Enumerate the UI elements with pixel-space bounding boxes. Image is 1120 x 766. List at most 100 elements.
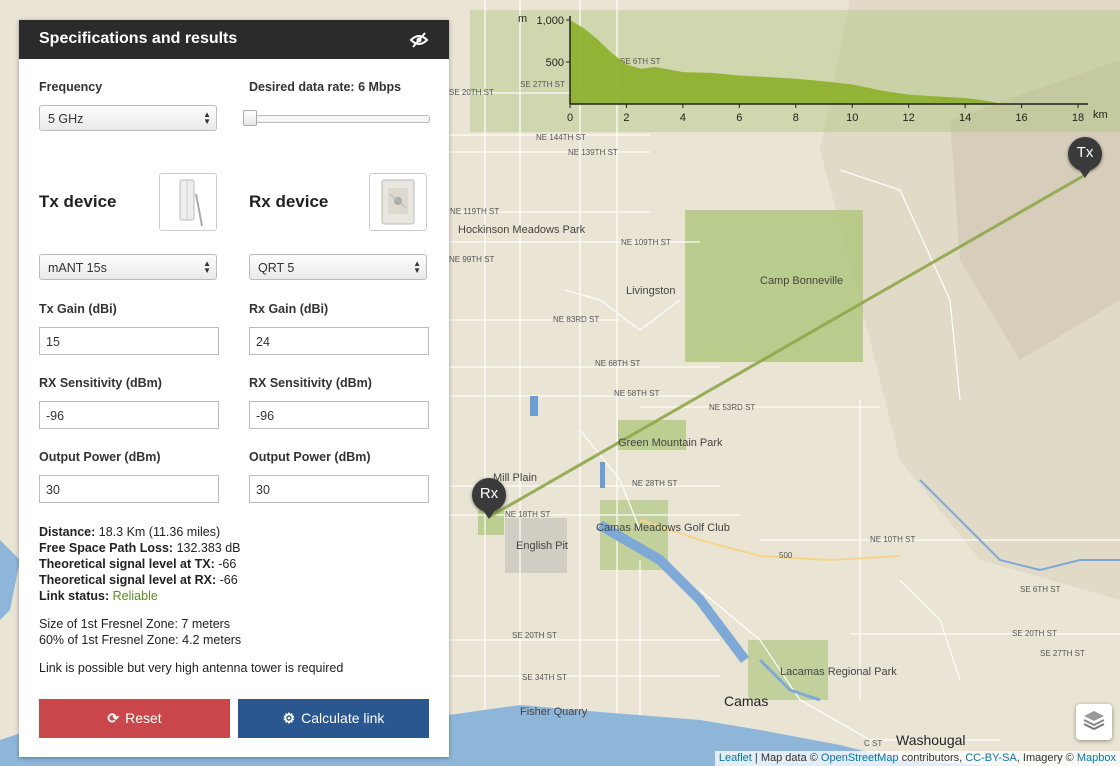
rx-gain-label: Rx Gain (dBi) <box>249 302 329 316</box>
road-label: SE 34TH ST <box>522 673 567 682</box>
link-status-label: Link status: <box>39 589 110 603</box>
road-label: NE 53RD ST <box>709 403 755 412</box>
rx-device-title: Rx device <box>249 192 329 211</box>
road-label: NE 119TH ST <box>450 207 499 216</box>
place-label: Green Mountain Park <box>618 437 723 449</box>
panel-title: Specifications and results <box>39 30 238 47</box>
x-tick-label: 10 <box>846 112 858 124</box>
data-rate-slider-handle[interactable] <box>243 110 257 126</box>
road-label: NE 139TH ST <box>568 148 618 157</box>
road-label: C ST <box>864 739 882 748</box>
x-tick-label: 14 <box>959 112 971 124</box>
attribution-text: , Imagery © <box>1016 752 1077 764</box>
tx-marker[interactable]: Tx <box>1068 137 1102 171</box>
city-label: Washougal <box>896 732 966 748</box>
fresnel-60: 60% of 1st Fresnel Zone: 4.2 meters <box>39 633 242 647</box>
place-label: Camp Bonneville <box>760 275 843 287</box>
mapbox-link[interactable]: Mapbox <box>1077 752 1116 764</box>
fresnel-size: Size of 1st Fresnel Zone: 7 meters <box>39 617 231 631</box>
road-label: SE 6TH ST <box>1020 585 1061 594</box>
refresh-icon: ⟳ <box>107 710 120 726</box>
eye-slash-icon <box>409 32 429 48</box>
road-label: SE 20TH ST <box>1012 629 1057 638</box>
tx-gain-input[interactable]: 15 <box>39 327 219 355</box>
tx-device-select[interactable]: mANT 15s ▲ ▼ <box>39 254 217 280</box>
rx-marker-pointer <box>482 509 496 519</box>
link-status-value: Reliable <box>112 589 158 603</box>
x-tick-label: 2 <box>623 112 629 124</box>
tx-marker-pointer <box>1078 168 1092 178</box>
osm-link[interactable]: OpenStreetMap <box>821 752 899 764</box>
link-status-result: Link status: Reliable <box>39 589 158 603</box>
calculate-link-button[interactable]: ⚙ Calculate link <box>238 699 429 738</box>
y-tick-label: 500 <box>546 57 564 69</box>
tx-signal-result: Theoretical signal level at TX: -66 <box>39 557 236 571</box>
place-label: Lacamas Regional Park <box>780 666 897 678</box>
rx-signal-label: Theoretical signal level at RX: <box>39 573 217 587</box>
tx-device-image <box>159 173 217 231</box>
rx-marker-label: Rx <box>479 485 499 502</box>
x-tick-label: 12 <box>903 112 915 124</box>
rx-power-input[interactable]: 30 <box>249 475 429 503</box>
y-tick-label: 1,000 <box>536 15 564 27</box>
reset-button[interactable]: ⟳ Reset <box>39 699 230 738</box>
road-label: NE 144TH ST <box>536 133 586 142</box>
rx-power-label: Output Power (dBm) <box>249 450 371 464</box>
road-label: NE 99TH ST <box>449 255 494 264</box>
antenna-icon <box>179 179 203 227</box>
rx-sensitivity-input[interactable]: -96 <box>249 401 429 429</box>
frequency-value: 5 GHz <box>48 112 84 126</box>
place-label: Camas Meadows Golf Club <box>596 522 730 534</box>
place-label: Fisher Quarry <box>520 706 588 718</box>
x-tick-label: 16 <box>1015 112 1027 124</box>
hide-panel-button[interactable] <box>409 31 429 49</box>
link-note: Link is possible but very high antenna t… <box>39 661 344 675</box>
tx-power-label: Output Power (dBm) <box>39 450 161 464</box>
tx-sensitivity-input[interactable]: -96 <box>39 401 219 429</box>
frequency-select[interactable]: 5 GHz ▲ ▼ <box>39 105 217 131</box>
data-rate-slider[interactable] <box>248 115 430 123</box>
cc-by-sa-link[interactable]: CC-BY-SA <box>965 752 1017 764</box>
tx-power-input[interactable]: 30 <box>39 475 219 503</box>
x-tick-label: 18 <box>1072 112 1084 124</box>
frequency-label: Frequency <box>39 80 103 94</box>
attribution-text: contributors, <box>898 752 966 764</box>
rx-signal-value: -66 <box>219 573 238 587</box>
road-label: NE 109TH ST <box>621 238 671 247</box>
gear-icon: ⚙ <box>282 710 296 726</box>
city-label: Camas <box>724 693 768 709</box>
rx-marker[interactable]: Rx <box>472 478 506 512</box>
panel-antenna-icon <box>381 179 415 225</box>
fspl-label: Free Space Path Loss: <box>39 541 174 555</box>
leaflet-link[interactable]: Leaflet <box>719 752 752 764</box>
y-unit-label: m <box>518 13 527 25</box>
road-label: NE 10TH ST <box>870 535 915 544</box>
map-attribution: Leaflet | Map data © OpenStreetMap contr… <box>714 751 1120 766</box>
x-tick-label: 6 <box>736 112 742 124</box>
panel-header: Specifications and results <box>19 20 449 59</box>
elevation-profile-chart: 1,000 500 m 0 2 4 6 8 10 12 14 16 18 km <box>518 13 1108 124</box>
tx-marker-label: Tx <box>1076 144 1094 161</box>
select-arrows-icon: ▲ ▼ <box>413 259 421 275</box>
distance-result: Distance: 18.3 Km (11.36 miles) <box>39 525 220 539</box>
road-label: NE 58TH ST <box>614 389 659 398</box>
layers-button[interactable] <box>1076 704 1112 740</box>
rx-device-image <box>369 173 427 231</box>
rx-device-select[interactable]: QRT 5 ▲ ▼ <box>249 254 427 280</box>
rx-signal-result: Theoretical signal level at RX: -66 <box>39 573 238 587</box>
rx-gain-input[interactable]: 24 <box>249 327 429 355</box>
reset-label: Reset <box>125 710 162 726</box>
profile-plot-area: 1,000 500 m 0 2 4 6 8 10 12 14 16 18 km <box>518 13 1108 124</box>
x-unit-label: km <box>1093 109 1108 121</box>
distance-label: Distance: <box>39 525 96 539</box>
data-rate-label: Desired data rate: 6 Mbps <box>249 80 402 94</box>
road-label: NE 18TH ST <box>505 510 550 519</box>
attribution-text: | Map data © <box>751 752 821 764</box>
terrain-area <box>570 20 1001 104</box>
road-label: SE 20TH ST <box>512 631 557 640</box>
fspl-result: Free Space Path Loss: 132.383 dB <box>39 541 241 555</box>
place-label: Hockinson Meadows Park <box>458 224 586 236</box>
road-label: NE 83RD ST <box>553 315 599 324</box>
select-arrows-icon: ▲ ▼ <box>203 110 211 126</box>
x-tick-label: 0 <box>567 112 573 124</box>
